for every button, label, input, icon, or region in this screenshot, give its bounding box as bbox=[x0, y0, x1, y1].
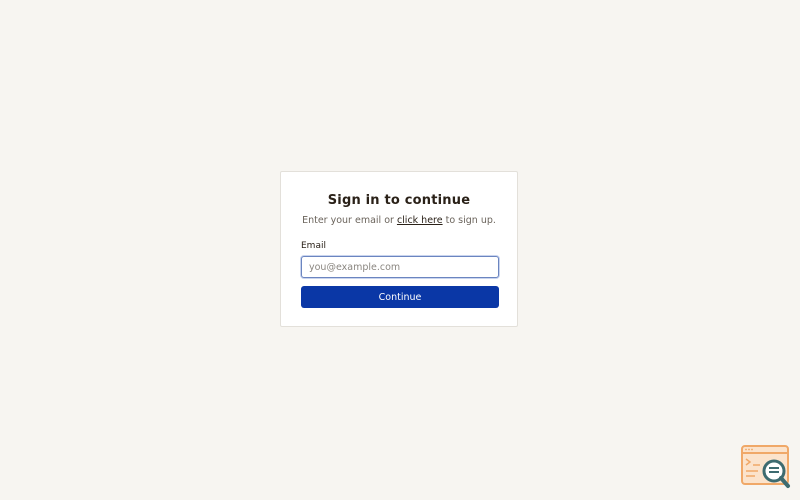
browser-search-logo-icon bbox=[741, 445, 790, 488]
signin-subtitle: Enter your email or click here to sign u… bbox=[281, 215, 517, 226]
page-title: Sign in to continue bbox=[327, 193, 471, 208]
subtitle-suffix: to sign up. bbox=[442, 215, 496, 226]
email-label: Email bbox=[301, 241, 326, 251]
subtitle-prefix: Enter your email or bbox=[302, 215, 397, 226]
page: Sign in to continue Enter your email or … bbox=[0, 0, 800, 500]
signin-card: Sign in to continue Enter your email or … bbox=[280, 171, 518, 327]
continue-button[interactable]: Continue bbox=[301, 286, 499, 308]
email-field[interactable] bbox=[301, 256, 499, 278]
signup-link[interactable]: click here bbox=[397, 215, 443, 226]
